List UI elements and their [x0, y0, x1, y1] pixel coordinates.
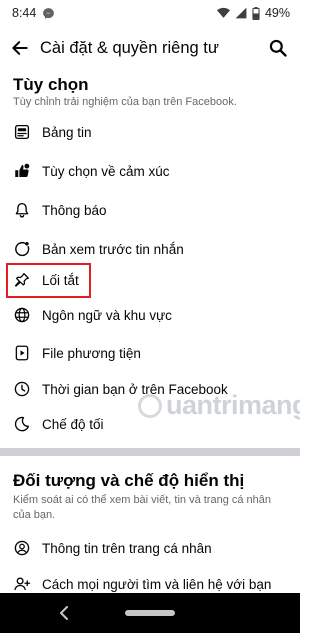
battery-icon [252, 6, 260, 20]
wifi-icon [216, 7, 230, 19]
settings-item-label: File phương tiện [42, 345, 141, 361]
battery-percent: 49% [264, 6, 290, 20]
settings-item-label: Thông báo [42, 202, 107, 218]
message-preview-icon [12, 239, 32, 259]
section-description-preferences: Tùy chỉnh trải nghiệm của bạn trên Faceb… [13, 96, 237, 108]
profile-icon [12, 538, 32, 558]
nav-home-pill[interactable] [125, 610, 175, 616]
messenger-notification-icon [42, 7, 55, 20]
section-description-audience: Kiểm soát ai có thể xem bài viết, tin và… [13, 494, 272, 521]
media-file-icon [12, 343, 32, 363]
bell-icon [12, 200, 32, 220]
settings-item-label: Ngôn ngữ và khu vực [42, 307, 172, 323]
back-button[interactable] [8, 36, 32, 60]
add-friend-icon [12, 574, 32, 593]
settings-item-notifications[interactable]: Thông báo [0, 194, 300, 226]
moon-icon [12, 414, 32, 434]
settings-item-media[interactable]: File phương tiện [0, 337, 300, 369]
app-header: Cài đặt & quyền riêng tư [0, 28, 300, 68]
system-navigation-bar [0, 593, 300, 633]
settings-item-label: Bảng tin [42, 124, 92, 140]
section-divider [0, 448, 300, 456]
settings-item-label: Thông tin trên trang cá nhân [42, 540, 212, 556]
settings-item-language[interactable]: Ngôn ngữ và khu vực [0, 299, 300, 331]
settings-item-reactions[interactable]: Tùy chọn về cảm xúc [0, 155, 300, 187]
search-button[interactable] [266, 36, 290, 60]
settings-item-label: Cách mọi người tìm và liên hệ với bạn [42, 576, 272, 592]
settings-item-dark-mode[interactable]: Chế độ tối [0, 408, 300, 440]
arrow-left-icon [12, 41, 28, 55]
clock-icon [12, 379, 32, 399]
news-feed-icon [12, 122, 32, 142]
page-title: Cài đặt & quyền riêng tư [40, 38, 219, 57]
chevron-left-icon [60, 606, 68, 620]
settings-item-profile-info[interactable]: Thông tin trên trang cá nhân [0, 532, 300, 564]
section-title-preferences: Tùy chọn [13, 75, 89, 94]
settings-item-time-on-facebook[interactable]: Thời gian bạn ở trên Facebook [0, 373, 300, 405]
settings-item-label: Bản xem trước tin nhắn [42, 241, 184, 257]
section-title-audience: Đối tượng và chế độ hiển thị [13, 471, 245, 490]
highlight-box [6, 263, 91, 298]
settings-item-label: Thời gian bạn ở trên Facebook [42, 381, 228, 397]
nav-back-button[interactable] [57, 605, 71, 621]
settings-item-find-contact[interactable]: Cách mọi người tìm và liên hệ với bạn [0, 568, 300, 593]
status-bar: 8:44 49% [0, 0, 300, 26]
status-time: 8:44 [12, 6, 37, 20]
reaction-icon [12, 161, 32, 181]
settings-item-label: Chế độ tối [42, 416, 104, 432]
settings-content: Tùy chọn Tùy chỉnh trải nghiệm của bạn t… [0, 68, 300, 593]
signal-icon [235, 7, 247, 19]
settings-item-label: Tùy chọn về cảm xúc [42, 163, 170, 179]
search-icon [269, 39, 287, 57]
settings-item-news-feed[interactable]: Bảng tin [0, 116, 300, 148]
globe-icon [12, 305, 32, 325]
settings-item-message-preview[interactable]: Bản xem trước tin nhắn [0, 233, 300, 265]
